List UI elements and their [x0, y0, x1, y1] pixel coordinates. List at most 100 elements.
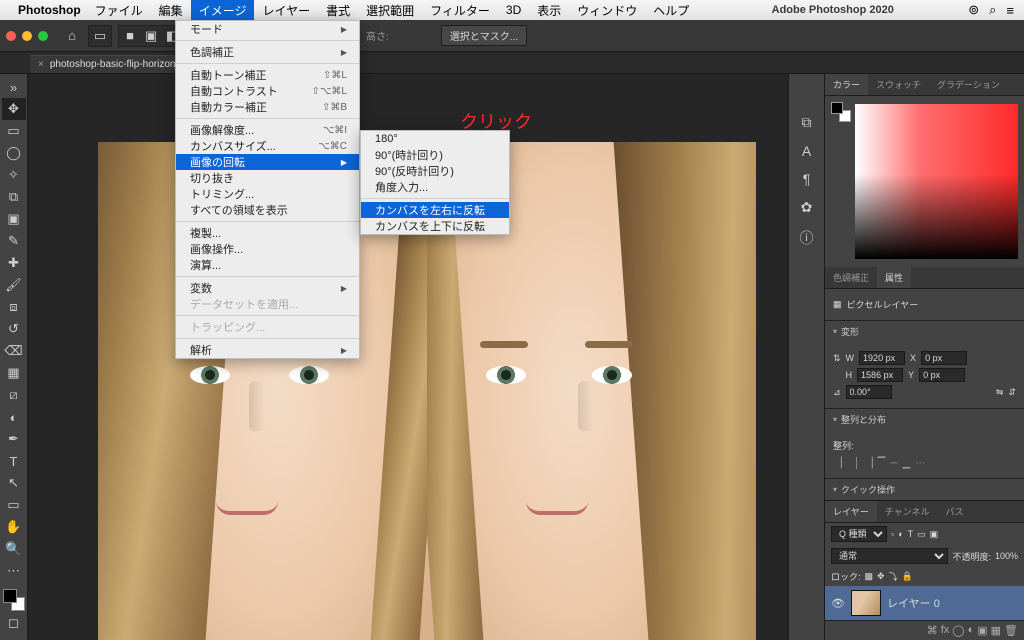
menu-編集[interactable]: 編集: [151, 0, 191, 20]
tool-expand-icon[interactable]: »: [2, 76, 26, 98]
align-section[interactable]: 整列と分布: [825, 408, 1024, 430]
tab-paths[interactable]: パス: [937, 501, 971, 522]
tab-layers[interactable]: レイヤー: [825, 501, 877, 522]
group-icon[interactable]: ▣: [977, 624, 987, 637]
quickmask-icon[interactable]: ◻: [2, 612, 26, 634]
image-menu-dropdown[interactable]: モード色調補正自動トーン補正⇧⌘L自動コントラスト⇧⌥⌘L自動カラー補正⇧⌘B画…: [175, 20, 360, 359]
layer-name[interactable]: レイヤー 0: [887, 595, 940, 611]
menu-item[interactable]: 画像解像度...⌥⌘I: [176, 122, 359, 138]
align-top-icon[interactable]: ▔: [878, 458, 886, 469]
menu-ウィンドウ[interactable]: ウィンドウ: [569, 0, 645, 20]
menu-item[interactable]: 自動コントラスト⇧⌥⌘L: [176, 83, 359, 99]
menu-item[interactable]: 90°(反時計回り): [361, 163, 509, 179]
lock-all-icon[interactable]: 🔒: [902, 571, 913, 582]
menu-item[interactable]: 演算...: [176, 257, 359, 273]
visibility-icon[interactable]: 👁: [831, 597, 845, 610]
tab-adjustments[interactable]: 色調補正: [825, 267, 877, 288]
align-left-icon[interactable]: ▏: [841, 458, 849, 469]
tab-gradients[interactable]: グラデーション: [929, 74, 1008, 95]
menu-3D[interactable]: 3D: [498, 0, 529, 20]
transform-section[interactable]: 変形: [825, 320, 1024, 342]
quick-actions-section[interactable]: クイック操作: [825, 478, 1024, 500]
lock-nested-icon[interactable]: ⤵: [889, 570, 898, 583]
lasso-tool-icon[interactable]: ◯: [2, 142, 26, 164]
menu-item[interactable]: トリミング...: [176, 186, 359, 202]
shape-tool-icon[interactable]: ▭: [2, 494, 26, 516]
eyedropper-tool-icon[interactable]: ✎: [2, 230, 26, 252]
document-tab[interactable]: × photoshop-basic-flip-horizonta: [30, 55, 195, 73]
align-right-icon[interactable]: ▕: [865, 458, 873, 469]
select-and-mask-button[interactable]: 選択とマスク...: [441, 25, 527, 46]
new-layer-icon[interactable]: ▦: [991, 624, 1001, 637]
layer-row[interactable]: 👁 レイヤー 0: [825, 586, 1024, 620]
adjustment-icon[interactable]: ◐: [968, 624, 975, 637]
home-icon[interactable]: ⌂: [62, 26, 82, 46]
crop-tool-icon[interactable]: ⧉: [2, 186, 26, 208]
menu-表示[interactable]: 表示: [529, 0, 569, 20]
lock-position-icon[interactable]: ✥: [877, 571, 885, 582]
width-input[interactable]: [859, 351, 905, 365]
mask-icon[interactable]: ◯: [952, 624, 964, 637]
fx-icon[interactable]: fx: [941, 624, 950, 637]
dodge-tool-icon[interactable]: ◐: [2, 406, 26, 428]
align-bottom-icon[interactable]: ▁: [902, 458, 910, 469]
character-panel-icon[interactable]: A: [802, 143, 811, 159]
filter-shape-icon[interactable]: ▭: [917, 529, 926, 540]
paragraph-panel-icon[interactable]: ¶: [803, 171, 811, 187]
edit-toolbar-icon[interactable]: ⋯: [2, 560, 26, 582]
filter-image-icon[interactable]: ▫: [891, 529, 894, 539]
menu-ファイル[interactable]: ファイル: [87, 0, 151, 20]
hand-tool-icon[interactable]: ✋: [2, 516, 26, 538]
tab-color[interactable]: カラー: [825, 74, 868, 95]
x-input[interactable]: [921, 351, 967, 365]
path-tool-icon[interactable]: ↖: [2, 472, 26, 494]
menu-item[interactable]: 180°: [361, 131, 509, 147]
move-tool-icon[interactable]: ✥: [2, 98, 26, 120]
gradient-tool-icon[interactable]: ▦: [2, 362, 26, 384]
menu-item[interactable]: カンバスを左右に反転: [361, 202, 509, 218]
magic-wand-tool-icon[interactable]: ✧: [2, 164, 26, 186]
lock-pixels-icon[interactable]: ▩: [865, 571, 874, 582]
menu-item[interactable]: 色調補正: [176, 44, 359, 60]
marquee-tool-icon[interactable]: ▭: [2, 120, 26, 142]
foreground-background-swatch[interactable]: [2, 588, 26, 612]
flip-v-icon[interactable]: ⇵: [1008, 387, 1016, 398]
clone-tool-icon[interactable]: ⧈: [2, 296, 26, 318]
menu-選択範囲[interactable]: 選択範囲: [358, 0, 422, 20]
menu-item[interactable]: カンバスを上下に反転: [361, 218, 509, 234]
tab-properties[interactable]: 属性: [877, 267, 911, 288]
menu-item[interactable]: 自動トーン補正⇧⌘L: [176, 67, 359, 83]
filter-adjust-icon[interactable]: ◐: [898, 529, 903, 539]
tab-swatches[interactable]: スウォッチ: [868, 74, 929, 95]
menu-item[interactable]: 切り抜き: [176, 170, 359, 186]
menu-item[interactable]: 画像の回転: [176, 154, 359, 170]
menu-item[interactable]: 角度入力...: [361, 179, 509, 195]
history-brush-tool-icon[interactable]: ↺: [2, 318, 26, 340]
menu-書式[interactable]: 書式: [318, 0, 358, 20]
marquee-tool-icon[interactable]: ▭: [91, 27, 109, 45]
menu-イメージ[interactable]: イメージ: [191, 0, 255, 20]
blend-mode-select[interactable]: 通常: [831, 548, 948, 564]
image-rotation-submenu[interactable]: 180°90°(時計回り)90°(反時計回り)角度入力...カンバスを左右に反転…: [360, 130, 510, 235]
menu-item[interactable]: すべての領域を表示: [176, 202, 359, 218]
menu-フィルター[interactable]: フィルター: [422, 0, 498, 20]
link-layers-icon[interactable]: ⌘: [927, 624, 938, 637]
frame-tool-icon[interactable]: ▣: [2, 208, 26, 230]
flip-h-icon[interactable]: ⇋: [996, 387, 1004, 398]
filter-type-icon[interactable]: T: [908, 529, 914, 539]
menu-item[interactable]: 解析: [176, 342, 359, 358]
y-input[interactable]: [919, 368, 965, 382]
angle-input[interactable]: [846, 385, 892, 399]
delete-layer-icon[interactable]: 🗑: [1004, 624, 1018, 637]
blur-tool-icon[interactable]: ⧄: [2, 384, 26, 406]
cloud-icon[interactable]: ⊚: [968, 2, 979, 18]
menu-item[interactable]: 画像操作...: [176, 241, 359, 257]
pen-tool-icon[interactable]: ✒: [2, 428, 26, 450]
brush-tool-icon[interactable]: 🖌: [2, 274, 26, 296]
link-wh-icon[interactable]: ⇅: [833, 353, 841, 364]
tab-channels[interactable]: チャンネル: [877, 501, 938, 522]
menu-item[interactable]: 自動カラー補正⇧⌘B: [176, 99, 359, 115]
glyph-panel-icon[interactable]: ✿: [801, 199, 813, 216]
layer-thumbnail[interactable]: [851, 590, 881, 616]
menu-item[interactable]: カンバスサイズ...⌥⌘C: [176, 138, 359, 154]
